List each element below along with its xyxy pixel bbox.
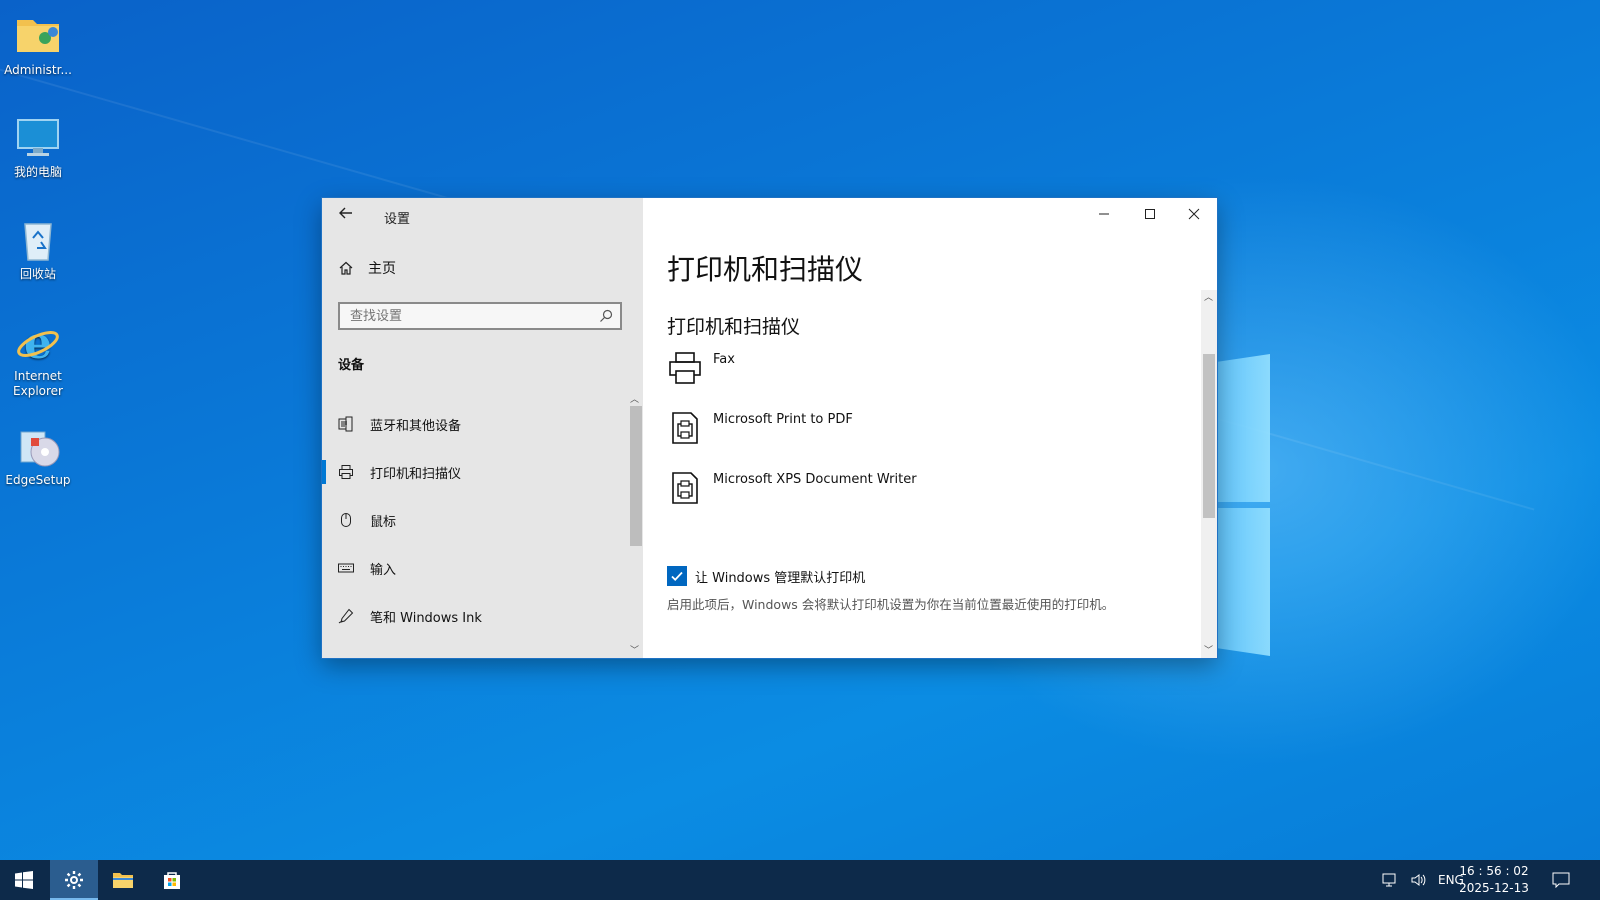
settings-sidebar: 设置 主页 设备 蓝牙和其他设备 打印机和扫描仪 鼠标 xyxy=(322,198,643,658)
checkmark-icon xyxy=(671,571,683,581)
gear-icon xyxy=(65,871,83,889)
default-printer-description: 启用此项后，Windows 会将默认打印机设置为你在当前位置最近使用的打印机。 xyxy=(667,597,1115,612)
desktop-icon-my-computer[interactable]: 我的电脑 xyxy=(4,110,72,180)
speaker-icon xyxy=(1411,874,1426,886)
close-icon xyxy=(1188,208,1200,220)
sidebar-item-typing[interactable]: 输入 xyxy=(322,544,627,592)
page-title: 打印机和扫描仪 xyxy=(667,253,864,286)
clock-time: 16 : 56 : 02 xyxy=(1459,864,1529,878)
sidebar-item-printers[interactable]: 打印机和扫描仪 xyxy=(322,448,627,496)
taskbar: ENG 16 : 56 : 02 2025-12-13 xyxy=(0,860,1600,900)
maximize-icon xyxy=(1145,209,1155,219)
scroll-down-arrow-icon[interactable]: ﹀ xyxy=(1204,643,1213,656)
checkbox-label: 让 Windows 管理默认打印机 xyxy=(695,570,866,586)
svg-text:e: e xyxy=(24,320,52,366)
window-title: 设置 xyxy=(384,212,411,227)
desktop-icon-label: Administr... xyxy=(4,63,72,77)
close-button[interactable] xyxy=(1171,198,1217,230)
fax-printer-icon xyxy=(669,352,701,384)
bluetooth-devices-icon xyxy=(338,416,353,432)
home-label: 主页 xyxy=(368,261,396,277)
printer-icon xyxy=(339,465,353,479)
printer-item-fax[interactable]: Fax xyxy=(667,348,735,404)
back-button[interactable] xyxy=(332,202,360,230)
search-icon[interactable] xyxy=(598,308,614,324)
taskbar-settings-app[interactable] xyxy=(50,860,98,900)
keyboard-icon xyxy=(338,563,354,573)
internet-explorer-icon: e xyxy=(15,318,61,369)
back-arrow-icon xyxy=(339,207,352,219)
section-title: 打印机和扫描仪 xyxy=(667,316,801,338)
user-folder-icon xyxy=(15,14,61,60)
desktop-icon-label: EdgeSetup xyxy=(5,473,71,487)
settings-window: 设置 主页 设备 蓝牙和其他设备 打印机和扫描仪 鼠标 xyxy=(322,198,1217,658)
printer-name: Fax xyxy=(713,352,735,367)
maximize-button[interactable] xyxy=(1127,198,1173,230)
recycle-bin-icon xyxy=(15,218,61,264)
printer-item-pdf[interactable]: Microsoft Print to PDF xyxy=(667,408,853,464)
pen-icon xyxy=(338,608,354,624)
sidebar-item-label: 鼠标 xyxy=(370,514,397,530)
desktop-icon-label: Internet Explorer xyxy=(13,369,63,398)
taskbar-file-explorer[interactable] xyxy=(99,860,147,900)
scroll-up-arrow-icon[interactable]: ︿ xyxy=(1204,290,1213,303)
default-printer-checkbox[interactable] xyxy=(667,566,687,586)
sidebar-scrollbar[interactable]: ︿ ﹀ xyxy=(627,394,643,658)
home-link[interactable]: 主页 xyxy=(338,256,396,280)
taskbar-store[interactable] xyxy=(148,860,196,900)
content-scroll-thumb[interactable] xyxy=(1203,354,1215,518)
volume-tray-button[interactable] xyxy=(1410,860,1428,900)
sidebar-nav: 蓝牙和其他设备 打印机和扫描仪 鼠标 输入 笔和 Windows Ink xyxy=(322,400,627,640)
desktop-icon-edgesetup[interactable]: EdgeSetup xyxy=(4,418,72,488)
minimize-button[interactable] xyxy=(1081,198,1127,230)
desktop-icon-administrator[interactable]: Administr... xyxy=(4,8,72,78)
search-input[interactable] xyxy=(340,304,600,328)
printer-name: Microsoft XPS Document Writer xyxy=(713,472,917,487)
default-printer-checkbox-row[interactable]: 让 Windows 管理默认打印机 xyxy=(667,566,865,586)
sidebar-item-bluetooth[interactable]: 蓝牙和其他设备 xyxy=(322,400,627,448)
clock[interactable]: 16 : 56 : 02 2025-12-13 xyxy=(1454,863,1534,897)
document-printer-icon xyxy=(672,472,698,504)
action-center-button[interactable] xyxy=(1552,860,1570,900)
desktop-icon-internet-explorer[interactable]: e Internet Explorer xyxy=(4,314,72,399)
printer-name: Microsoft Print to PDF xyxy=(713,412,853,427)
sidebar-item-pen-ink[interactable]: 笔和 Windows Ink xyxy=(322,592,627,640)
windows-start-icon xyxy=(15,871,33,889)
settings-content: 打印机和扫描仪 打印机和扫描仪 Fax Microsoft Print to P… xyxy=(643,198,1217,658)
desktop-icon-label: 我的电脑 xyxy=(13,165,62,179)
sidebar-item-label: 蓝牙和其他设备 xyxy=(370,418,462,434)
desktop-icon-recycle-bin[interactable]: 回收站 xyxy=(4,212,72,282)
sidebar-scroll-thumb[interactable] xyxy=(630,406,642,546)
network-icon xyxy=(1382,873,1396,887)
printer-item-xps[interactable]: Microsoft XPS Document Writer xyxy=(667,468,917,524)
sidebar-item-label: 输入 xyxy=(370,562,397,578)
network-tray-button[interactable] xyxy=(1382,860,1400,900)
home-icon xyxy=(339,261,353,275)
search-box[interactable] xyxy=(338,302,622,330)
sidebar-item-label: 打印机和扫描仪 xyxy=(370,466,462,482)
scroll-down-arrow-icon[interactable]: ﹀ xyxy=(630,643,639,656)
document-printer-icon xyxy=(672,412,698,444)
clock-date: 2025-12-13 xyxy=(1459,881,1529,895)
notification-icon xyxy=(1552,872,1570,888)
desktop-icon-label: 回收站 xyxy=(19,267,56,281)
mouse-icon xyxy=(341,513,351,527)
monitor-icon xyxy=(15,116,61,162)
sidebar-item-mouse[interactable]: 鼠标 xyxy=(322,496,627,544)
sidebar-item-label: 笔和 Windows Ink xyxy=(370,610,482,626)
installer-disc-icon xyxy=(15,424,61,470)
section-heading: 设备 xyxy=(338,358,365,373)
minimize-icon xyxy=(1099,213,1109,215)
content-scrollbar[interactable]: ︿ ﹀ xyxy=(1201,290,1217,658)
scroll-up-arrow-icon[interactable]: ︿ xyxy=(630,392,639,405)
start-button[interactable] xyxy=(0,860,48,900)
store-bag-icon xyxy=(164,872,180,889)
folder-icon xyxy=(113,873,133,888)
